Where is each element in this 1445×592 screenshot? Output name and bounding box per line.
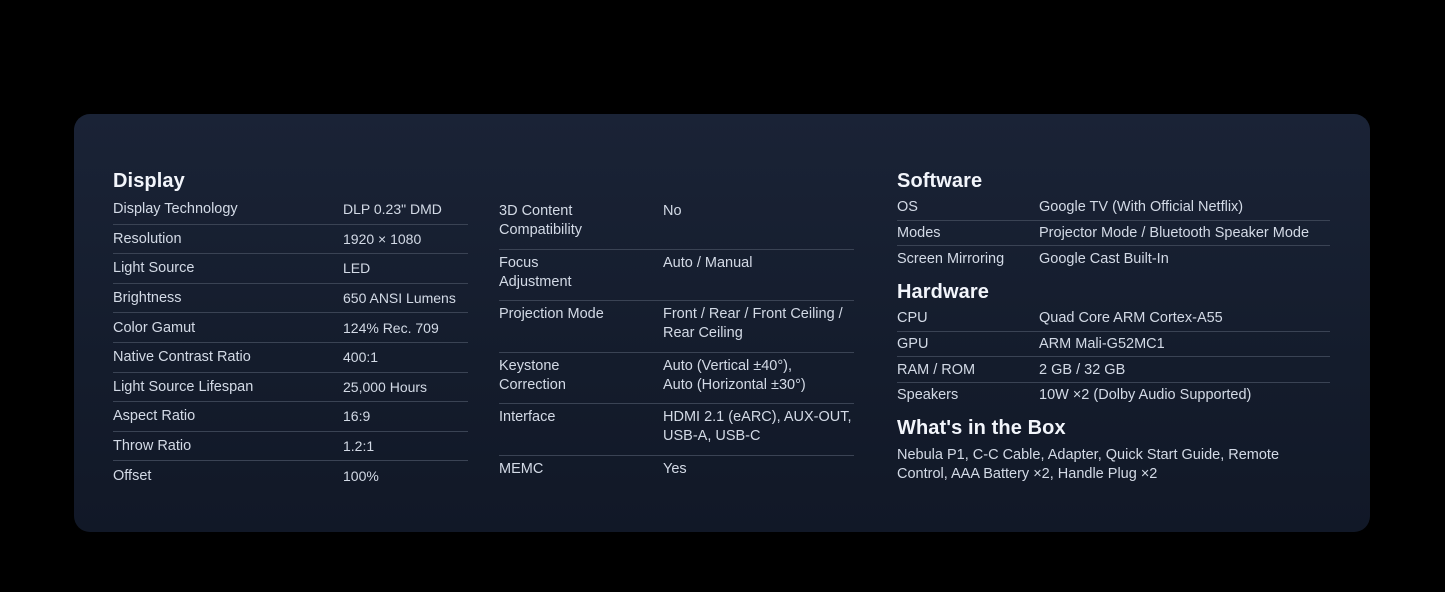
software-title: Software	[897, 170, 983, 192]
spec-row: Screen Mirroring Google Cast Built-In	[897, 246, 1330, 271]
label-line: Compatibility	[499, 222, 582, 238]
spec-row: Native Contrast Ratio 400:1	[113, 343, 468, 373]
spec-row: Resolution 1920 × 1080	[113, 225, 468, 255]
spec-label: Resolution	[113, 230, 182, 247]
spec-value: DLP 0.23" DMD	[343, 201, 442, 218]
value-line: USB-A, USB-C	[663, 428, 761, 445]
spec-label: Brightness	[113, 290, 182, 307]
spec-label: Display Technology	[113, 201, 238, 218]
spec-row: Offset 100%	[113, 461, 468, 490]
box-title: What's in the Box	[897, 416, 1066, 439]
spec-value: HDMI 2.1 (eARC), AUX-OUT, USB-A, USB-C	[663, 408, 854, 455]
spec-label: Throw Ratio	[113, 438, 192, 455]
value-line: Auto / Manual	[663, 254, 753, 271]
label-line: MEMC	[499, 460, 544, 477]
spec-row: Light Source Lifespan 25,000 Hours	[113, 373, 468, 403]
spec-value: No	[663, 202, 854, 249]
spec-label: 3D Content Compatibility	[499, 202, 663, 249]
spec-label: Color Gamut	[113, 319, 196, 336]
display-title: Display	[113, 170, 185, 192]
label-line: Projection Mode	[499, 306, 604, 323]
label-line: Correction	[499, 376, 566, 393]
label-line: Keystone	[499, 357, 560, 374]
spec-value: 400:1	[343, 349, 379, 366]
spec-value: LED	[343, 260, 371, 277]
spec-label: Speakers	[897, 387, 959, 404]
spec-label: GPU	[897, 336, 929, 353]
spec-row: 3D Content Compatibility No	[499, 198, 854, 250]
projection-section: 3D Content Compatibility No Focus Adjustme…	[499, 198, 854, 508]
spec-row: MEMC Yes	[499, 456, 854, 508]
spec-value: 124% Rec. 709	[343, 319, 439, 336]
spec-label: RAM / ROM	[897, 361, 976, 378]
spec-row: Interface HDMI 2.1 (eARC), AUX-OUT, USB-A…	[499, 404, 854, 456]
spec-label: Focus Adjustment	[499, 254, 663, 301]
spec-label: Light Source	[113, 260, 195, 277]
spec-value: Projector Mode / Bluetooth Speaker Mode	[1039, 225, 1310, 242]
spec-value: Google Cast Built-In	[1039, 250, 1169, 267]
value-line: HDMI 2.1 (eARC), AUX-OUT,	[663, 409, 852, 426]
value-line: No	[663, 203, 682, 219]
spec-value: ARM Mali-G52MC1	[1039, 336, 1165, 353]
spec-value: Quad Core ARM Cortex-A55	[1039, 310, 1223, 327]
spec-value: 650 ANSI Lumens	[343, 290, 456, 307]
spec-row: Focus Adjustment Auto / Manual	[499, 250, 854, 302]
spec-row: RAM / ROM 2 GB / 32 GB	[897, 357, 1330, 384]
spec-value: Auto / Manual	[663, 254, 854, 301]
spec-label: CPU	[897, 310, 928, 327]
spec-label: Aspect Ratio	[113, 408, 196, 425]
value-line: Rear Ceiling	[663, 325, 743, 342]
spec-value: Yes	[663, 460, 854, 508]
spec-value: 2 GB / 32 GB	[1039, 361, 1126, 378]
spec-label: Projection Mode	[499, 305, 663, 352]
spec-row: Display Technology DLP 0.23" DMD	[113, 195, 468, 225]
spec-label: Interface	[499, 408, 663, 455]
spec-row: Modes Projector Mode / Bluetooth Speaker …	[897, 221, 1330, 247]
spec-label: OS	[897, 199, 918, 216]
label-line: 3D Content	[499, 203, 573, 219]
spec-row: Projection Mode Front / Rear / Front Cei…	[499, 301, 854, 353]
spec-value: 1920 × 1080	[343, 230, 422, 247]
spec-value: 1.2:1	[343, 438, 375, 455]
spec-value: Front / Rear / Front Ceiling / Rear Ceili…	[663, 305, 854, 352]
spec-label: Screen Mirroring	[897, 250, 1005, 267]
value-line: Auto (Horizontal ±30°)	[663, 376, 806, 393]
box-contents: Nebula P1, C-C Cable, Adapter, Quick Sta…	[897, 446, 1317, 484]
spec-row: CPU Quad Core ARM Cortex-A55	[897, 306, 1330, 332]
hardware-title: Hardware	[897, 281, 989, 304]
value-line: Yes	[663, 460, 687, 477]
spec-row: OS Google TV (With Official Netflix)	[897, 195, 1330, 221]
spec-value: Auto (Vertical ±40°), Auto (Horizontal ±3…	[663, 357, 854, 404]
value-line: Auto (Vertical ±40°),	[663, 357, 793, 374]
box-contents-line: Control, AAA Battery ×2, Handle Plug ×2	[897, 465, 1158, 482]
spec-value: 100%	[343, 467, 379, 484]
spec-value: 16:9	[343, 408, 371, 425]
spec-label: Modes	[897, 225, 941, 242]
spec-row: GPU ARM Mali-G52MC1	[897, 332, 1330, 358]
spec-row: Speakers 10W ×2 (Dolby Audio Supported)	[897, 383, 1330, 408]
spec-row: Aspect Ratio 16:9	[113, 402, 468, 432]
spec-label: Native Contrast Ratio	[113, 349, 251, 366]
box-contents-line: Nebula P1, C-C Cable, Adapter, Quick Sta…	[897, 446, 1280, 463]
display-section: Display Display Technology DLP 0.23" DMD …	[113, 168, 468, 490]
value-line: Front / Rear / Front Ceiling /	[663, 306, 843, 323]
spec-value: 10W ×2 (Dolby Audio Supported)	[1039, 387, 1252, 404]
spec-label: Light Source Lifespan	[113, 378, 254, 395]
spec-label: MEMC	[499, 460, 663, 508]
spec-row: Keystone Correction Auto (Vertical ±40°),…	[499, 353, 854, 405]
spec-row: Color Gamut 124% Rec. 709	[113, 313, 468, 343]
spec-value: Google TV (With Official Netflix)	[1039, 199, 1244, 216]
spec-row: Throw Ratio 1.2:1	[113, 432, 468, 462]
spec-label: Keystone Correction	[499, 357, 663, 404]
spec-row: Light Source LED	[113, 254, 468, 284]
spec-row: Brightness 650 ANSI Lumens	[113, 284, 468, 314]
label-line: Interface	[499, 409, 556, 426]
spec-value: 25,000 Hours	[343, 378, 428, 395]
software-hardware-section: Software OS Google TV (With Official Netf…	[897, 168, 1330, 484]
label-line: Focus	[499, 254, 539, 271]
label-line: Adjustment	[499, 273, 572, 290]
spec-label: Offset	[113, 467, 152, 484]
